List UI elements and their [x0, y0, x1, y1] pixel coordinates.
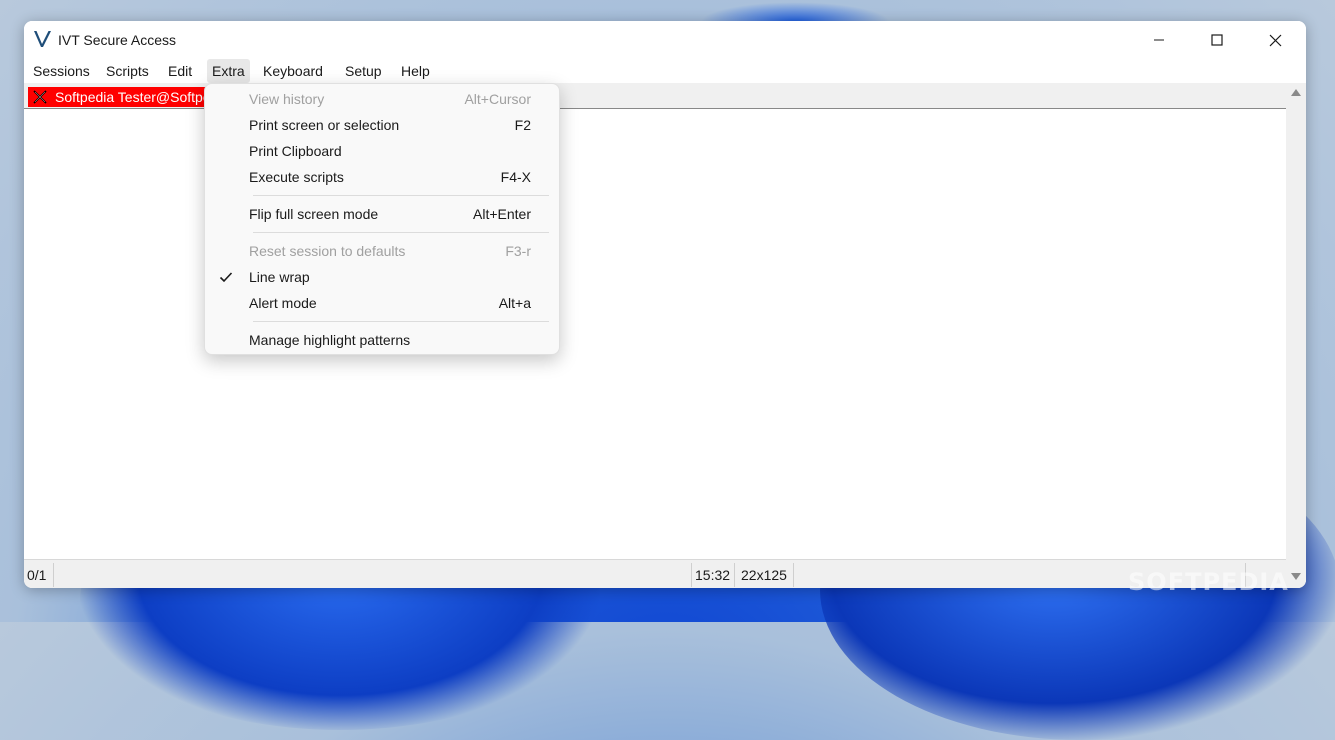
menu-item-label: View history — [249, 91, 325, 107]
vertical-scrollbar[interactable] — [1286, 83, 1306, 588]
maximize-icon — [1211, 34, 1223, 46]
status-separator — [734, 563, 735, 587]
menu-item-label: Flip full screen mode — [249, 206, 379, 222]
menu-item-shortcut: F3-r — [505, 243, 531, 259]
menu-item-flip-full-screen[interactable]: Flip full screen mode Alt+Enter — [209, 201, 555, 227]
menu-item-reset-session[interactable]: Reset session to defaults F3-r — [209, 238, 555, 264]
status-position: 0/1 — [27, 567, 47, 583]
menu-separator — [253, 321, 549, 322]
minimize-icon — [1154, 39, 1164, 41]
title-bar[interactable]: IVT Secure Access — [24, 21, 1306, 59]
menu-scripts[interactable]: Scripts — [101, 59, 154, 83]
menu-item-shortcut: Alt+Cursor — [464, 91, 531, 107]
menu-item-alert-mode[interactable]: Alert mode Alt+a — [209, 290, 555, 316]
disconnected-icon — [33, 90, 47, 104]
scroll-up-icon[interactable] — [1291, 89, 1301, 96]
menu-separator — [253, 232, 549, 233]
status-separator — [691, 563, 692, 587]
session-tab[interactable]: Softpedia Tester@Softpedia — [28, 87, 218, 107]
session-tab-label: Softpedia Tester@Softpedia — [55, 89, 218, 105]
window-title: IVT Secure Access — [58, 32, 177, 48]
menu-setup[interactable]: Setup — [340, 59, 387, 83]
menu-item-label: Manage highlight patterns — [249, 332, 411, 348]
menu-extra[interactable]: Extra — [207, 59, 250, 83]
menu-item-view-history[interactable]: View history Alt+Cursor — [209, 86, 555, 112]
minimize-button[interactable] — [1130, 21, 1188, 59]
status-separator — [793, 563, 794, 587]
menu-help[interactable]: Help — [396, 59, 435, 83]
menu-item-print-clipboard[interactable]: Print Clipboard — [209, 138, 555, 164]
extra-menu-dropdown: View history Alt+Cursor Print screen or … — [204, 83, 560, 355]
watermark: SOFTPEDIA — [1128, 568, 1289, 596]
status-size: 22x125 — [741, 567, 787, 583]
menu-item-label: Print Clipboard — [249, 143, 342, 159]
menu-item-label: Line wrap — [249, 269, 310, 285]
menu-item-label: Print screen or selection — [249, 117, 400, 133]
checkmark-icon — [219, 272, 233, 283]
menu-item-shortcut: F2 — [514, 117, 531, 133]
status-time: 15:32 — [695, 567, 731, 583]
menu-item-shortcut: F4-X — [500, 169, 531, 185]
menu-item-shortcut: Alt+a — [498, 295, 531, 311]
menu-item-manage-highlight-patterns[interactable]: Manage highlight patterns — [209, 327, 555, 353]
menu-bar: Sessions Scripts Edit Extra Keyboard Set… — [24, 59, 1306, 83]
scroll-down-icon[interactable] — [1291, 573, 1301, 580]
maximize-button[interactable] — [1188, 21, 1246, 59]
menu-item-label: Execute scripts — [249, 169, 344, 185]
menu-edit[interactable]: Edit — [163, 59, 197, 83]
menu-item-label: Reset session to defaults — [249, 243, 406, 259]
menu-sessions[interactable]: Sessions — [28, 59, 95, 83]
menu-item-print-screen[interactable]: Print screen or selection F2 — [209, 112, 555, 138]
status-bar: 0/1 15:32 22x125 — [24, 559, 1286, 588]
menu-item-line-wrap[interactable]: Line wrap — [209, 264, 555, 290]
close-icon — [1269, 34, 1281, 46]
close-button[interactable] — [1246, 21, 1304, 59]
menu-keyboard[interactable]: Keyboard — [258, 59, 328, 83]
menu-item-execute-scripts[interactable]: Execute scripts F4-X — [209, 164, 555, 190]
menu-item-label: Alert mode — [249, 295, 317, 311]
menu-item-shortcut: Alt+Enter — [473, 206, 531, 222]
app-logo-icon — [34, 31, 51, 47]
menu-separator — [253, 195, 549, 196]
status-separator — [53, 563, 54, 587]
